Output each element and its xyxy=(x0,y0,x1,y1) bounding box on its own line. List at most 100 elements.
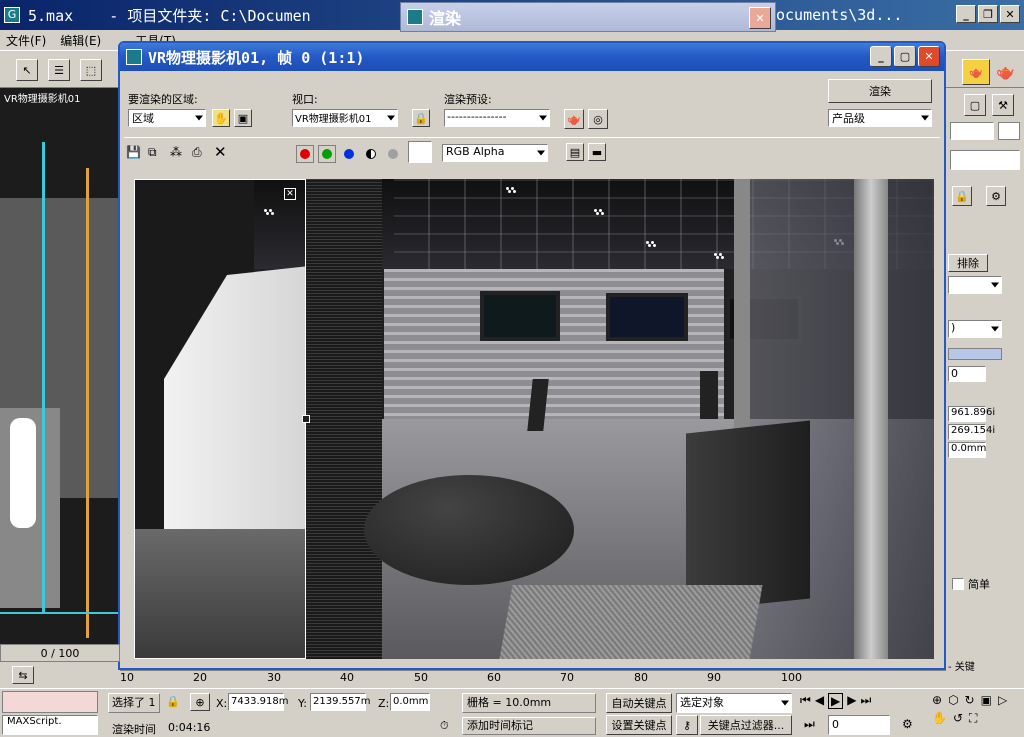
maxscript-listener[interactable]: MAXScript. xyxy=(2,715,98,735)
tick-label: 70 xyxy=(560,671,574,684)
render-image[interactable]: ✕ xyxy=(134,179,934,659)
panel-spinner-2[interactable]: 269.154i xyxy=(948,424,995,440)
blue-channel-button[interactable] xyxy=(340,145,358,163)
alpha-channel-icon[interactable] xyxy=(362,145,380,163)
teapot-render-icon[interactable]: 🫖 xyxy=(962,59,990,85)
preset-dropdown[interactable]: --------------- xyxy=(444,109,550,127)
auto-key-button[interactable]: 自动关键点 xyxy=(606,693,672,713)
render-icon xyxy=(407,9,423,25)
go-to-start-icon[interactable]: ⏮ xyxy=(800,693,811,709)
next-frame-icon[interactable]: ▶ xyxy=(847,693,856,709)
ceiling-light-icon xyxy=(506,187,516,193)
current-frame-field[interactable]: 0 xyxy=(828,715,890,735)
maximize-button[interactable]: ❐ xyxy=(978,5,998,23)
panel-spinner-1[interactable]: 961.896i xyxy=(948,406,995,422)
display-option-icon-1[interactable]: ▤ xyxy=(566,143,584,161)
product-level-dropdown[interactable]: 产品级 xyxy=(828,109,932,127)
auto-region-icon[interactable]: ▣ xyxy=(234,109,252,127)
arc-rotate-icon[interactable]: ↺ xyxy=(953,711,963,726)
selection-lock-icon[interactable]: 🔒 xyxy=(166,695,180,708)
app-icon: G xyxy=(4,7,20,23)
absolute-mode-icon[interactable]: ⊕ xyxy=(190,693,210,711)
tick-label: 100 xyxy=(781,671,802,684)
preset-label: 渲染预设: xyxy=(444,93,492,106)
selection-set-dropdown[interactable]: 选定对象 xyxy=(676,693,792,713)
display-option-icon-2[interactable]: ▬ xyxy=(588,143,606,161)
panel-dropdown-2[interactable]: ) xyxy=(948,320,1002,338)
time-config-icon[interactable]: ⚙ xyxy=(902,717,913,731)
utilities-icon[interactable]: ⚒ xyxy=(992,94,1014,116)
display-icon[interactable]: ▢ xyxy=(964,94,986,116)
panel-spinner-3[interactable]: 0.0mm xyxy=(948,442,986,458)
time-tag-icon[interactable]: ⏱ xyxy=(440,719,456,735)
pan-icon[interactable]: ✋ xyxy=(932,711,947,726)
close-button[interactable]: ✕ xyxy=(1000,5,1020,23)
clone-window-icon[interactable]: ⁂ xyxy=(170,145,186,161)
y-coordinate-field[interactable]: 2139.557m xyxy=(310,693,370,711)
region-close-icon[interactable]: ✕ xyxy=(284,188,296,200)
product-level-value: 产品级 xyxy=(832,112,865,125)
region-handle[interactable] xyxy=(302,415,310,423)
viewport-label[interactable]: VR物理摄影机01 xyxy=(4,90,81,105)
tick-label: 60 xyxy=(487,671,501,684)
key-filters-button[interactable]: 关键点过滤器... xyxy=(700,715,792,735)
add-time-tag-button[interactable]: 添加时间标记 xyxy=(462,717,596,735)
menu-file[interactable]: 文件(F) xyxy=(6,32,46,49)
zoom-all-icon[interactable]: ⬡ xyxy=(948,693,958,707)
print-icon[interactable]: ⎙ xyxy=(192,145,208,161)
time-slider[interactable]: 0 / 100 xyxy=(0,644,120,662)
vfb-minimize-button[interactable]: _ xyxy=(870,46,892,67)
vfb-maximize-button[interactable]: ▢ xyxy=(894,46,916,67)
zoom-icon[interactable]: ⊕ xyxy=(932,693,942,707)
render-frame-bg-title: 渲染 ✕ xyxy=(400,2,776,32)
channel-dropdown[interactable]: RGB Alpha xyxy=(442,144,548,162)
edit-region-icon[interactable]: ✋ xyxy=(212,109,230,127)
play-icon[interactable]: ▶ xyxy=(828,693,844,709)
configure-icon[interactable]: ⚙ xyxy=(986,186,1006,206)
select-by-name-icon[interactable]: ☰ xyxy=(48,59,70,81)
maximize-viewport-icon[interactable]: ⛶ xyxy=(969,711,977,726)
green-channel-button[interactable] xyxy=(318,145,336,163)
simple-checkbox-row[interactable]: 简单 xyxy=(952,576,990,592)
key-mode-icon[interactable]: ⏭ xyxy=(804,717,815,732)
timeline-ruler[interactable]: 10 20 30 40 50 60 70 80 90 100 xyxy=(120,670,946,686)
render-region-box[interactable] xyxy=(134,179,306,659)
save-preset-icon[interactable]: ◎ xyxy=(588,109,608,129)
vfb-close-button[interactable]: ✕ xyxy=(918,46,940,67)
viewport-dropdown[interactable]: VR物理摄影机01 xyxy=(292,109,398,127)
current-frame-value: 0 xyxy=(832,718,839,731)
red-channel-button[interactable] xyxy=(296,145,314,163)
clear-icon[interactable]: ✕ xyxy=(214,143,230,161)
selection-set-value: 选定对象 xyxy=(680,696,724,709)
panel-spinner-0[interactable]: 0 xyxy=(948,366,986,382)
z-coordinate-field[interactable]: 0.0mm xyxy=(390,693,430,711)
copy-image-icon[interactable]: ⧉ xyxy=(148,145,164,161)
lock-viewport-icon[interactable]: 🔒 xyxy=(412,109,430,127)
panel-dropdown-1[interactable] xyxy=(948,276,1002,294)
timeline-config-icon[interactable]: ⇆ xyxy=(12,666,34,684)
render-frame-close-button[interactable]: ✕ xyxy=(749,7,771,29)
orbit-icon[interactable]: ↻ xyxy=(965,693,975,707)
area-dropdown[interactable]: 区域 xyxy=(128,109,206,127)
left-viewport[interactable]: VR物理摄影机01 xyxy=(0,88,128,644)
exclude-button[interactable]: 排除 xyxy=(948,254,988,272)
fov-icon[interactable]: ▣ xyxy=(981,693,992,707)
save-image-icon[interactable]: 💾 xyxy=(126,145,142,161)
select-tool-icon[interactable]: ↖ xyxy=(16,59,38,81)
x-coordinate-field[interactable]: 7433.918m xyxy=(228,693,288,711)
lock-icon[interactable]: 🔒 xyxy=(952,186,972,206)
field-of-view-icon[interactable]: ▷ xyxy=(998,693,1007,707)
previous-frame-icon[interactable]: ◀ xyxy=(815,693,824,709)
load-preset-icon[interactable]: 🫖 xyxy=(564,109,584,129)
set-key-button[interactable]: 设置关键点 xyxy=(606,715,672,735)
menu-edit[interactable]: 编辑(E) xyxy=(60,32,101,49)
teapot-icon[interactable]: 🫖 xyxy=(996,63,1018,83)
minimize-button[interactable]: _ xyxy=(956,5,976,23)
tick-label: 10 xyxy=(120,671,134,684)
render-button[interactable]: 渲染 xyxy=(828,79,932,103)
go-to-end-icon[interactable]: ⏭ xyxy=(861,693,872,709)
mono-channel-icon[interactable] xyxy=(384,145,402,163)
key-icon[interactable]: ⚷ xyxy=(676,715,698,735)
color-swatch[interactable] xyxy=(408,141,432,163)
region-select-icon[interactable]: ⬚ xyxy=(80,59,102,81)
